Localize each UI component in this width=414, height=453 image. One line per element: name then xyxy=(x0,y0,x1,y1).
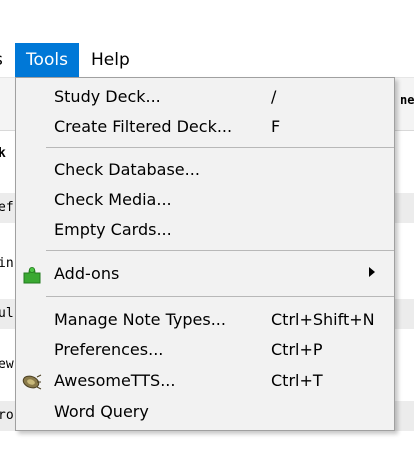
deck-row-label: ro xyxy=(0,408,14,423)
deck-row-label: ef xyxy=(0,200,14,215)
menu-item-label: Check Media... xyxy=(54,190,172,209)
menu-item-label: Check Database... xyxy=(54,160,200,179)
deck-row-label: in xyxy=(0,256,14,271)
menu-item-label: Preferences... xyxy=(54,340,164,359)
menu-item-label: Study Deck... xyxy=(54,87,161,106)
menu-item-label: Word Query xyxy=(54,402,149,421)
menu-item-shortcut: F xyxy=(271,117,281,136)
deck-row-label: ew xyxy=(0,357,14,372)
menu-item-label: Empty Cards... xyxy=(54,220,172,239)
app-stage: s Tools Help ne k ef in ul ew ro Study D… xyxy=(0,0,414,453)
menu-item-check-media[interactable]: Check Media... xyxy=(16,186,394,216)
menu-item-preferences[interactable]: Preferences... Ctrl+P xyxy=(16,336,394,366)
menu-item-awesometts[interactable]: AwesomeTTS... Ctrl+T xyxy=(16,367,394,397)
menu-item-shortcut: Ctrl+P xyxy=(271,340,323,359)
menu-item-shortcut: Ctrl+Shift+N xyxy=(271,310,375,329)
menu-item-word-query[interactable]: Word Query xyxy=(16,398,394,428)
menu-item-label: AwesomeTTS... xyxy=(54,371,176,390)
menu-item-shortcut: / xyxy=(271,87,277,106)
menu-item-check-database[interactable]: Check Database... xyxy=(16,156,394,186)
menu-separator xyxy=(46,250,394,251)
menu-item-shortcut: Ctrl+T xyxy=(271,371,323,390)
menu-item-addons[interactable]: Add-ons xyxy=(16,260,394,290)
menu-item-empty-cards[interactable]: Empty Cards... xyxy=(16,216,394,246)
speaker-icon xyxy=(22,373,42,391)
menu-item-label: Manage Note Types... xyxy=(54,310,226,329)
menu-bar: s Tools Help xyxy=(0,43,414,78)
menu-item-create-filtered-deck[interactable]: Create Filtered Deck... F xyxy=(16,113,394,143)
deck-column-label-partial: k xyxy=(0,146,6,161)
menu-separator xyxy=(46,296,394,297)
menu-prev-partial[interactable]: s xyxy=(0,43,6,77)
menu-item-label: Add-ons xyxy=(54,264,120,283)
menu-tools[interactable]: Tools xyxy=(15,43,79,77)
deck-row-label: ul xyxy=(0,306,14,321)
menu-item-study-deck[interactable]: Study Deck... / xyxy=(16,83,394,113)
menu-separator xyxy=(46,147,394,148)
menu-help[interactable]: Help xyxy=(91,43,130,77)
tools-dropdown-menu: Study Deck... / Create Filtered Deck... … xyxy=(15,77,395,431)
submenu-arrow-icon xyxy=(369,267,375,277)
menu-item-label: Create Filtered Deck... xyxy=(54,117,233,136)
column-header-partial: ne xyxy=(400,93,414,107)
menu-item-manage-note-types[interactable]: Manage Note Types... Ctrl+Shift+N xyxy=(16,306,394,336)
puzzle-icon xyxy=(22,266,42,284)
